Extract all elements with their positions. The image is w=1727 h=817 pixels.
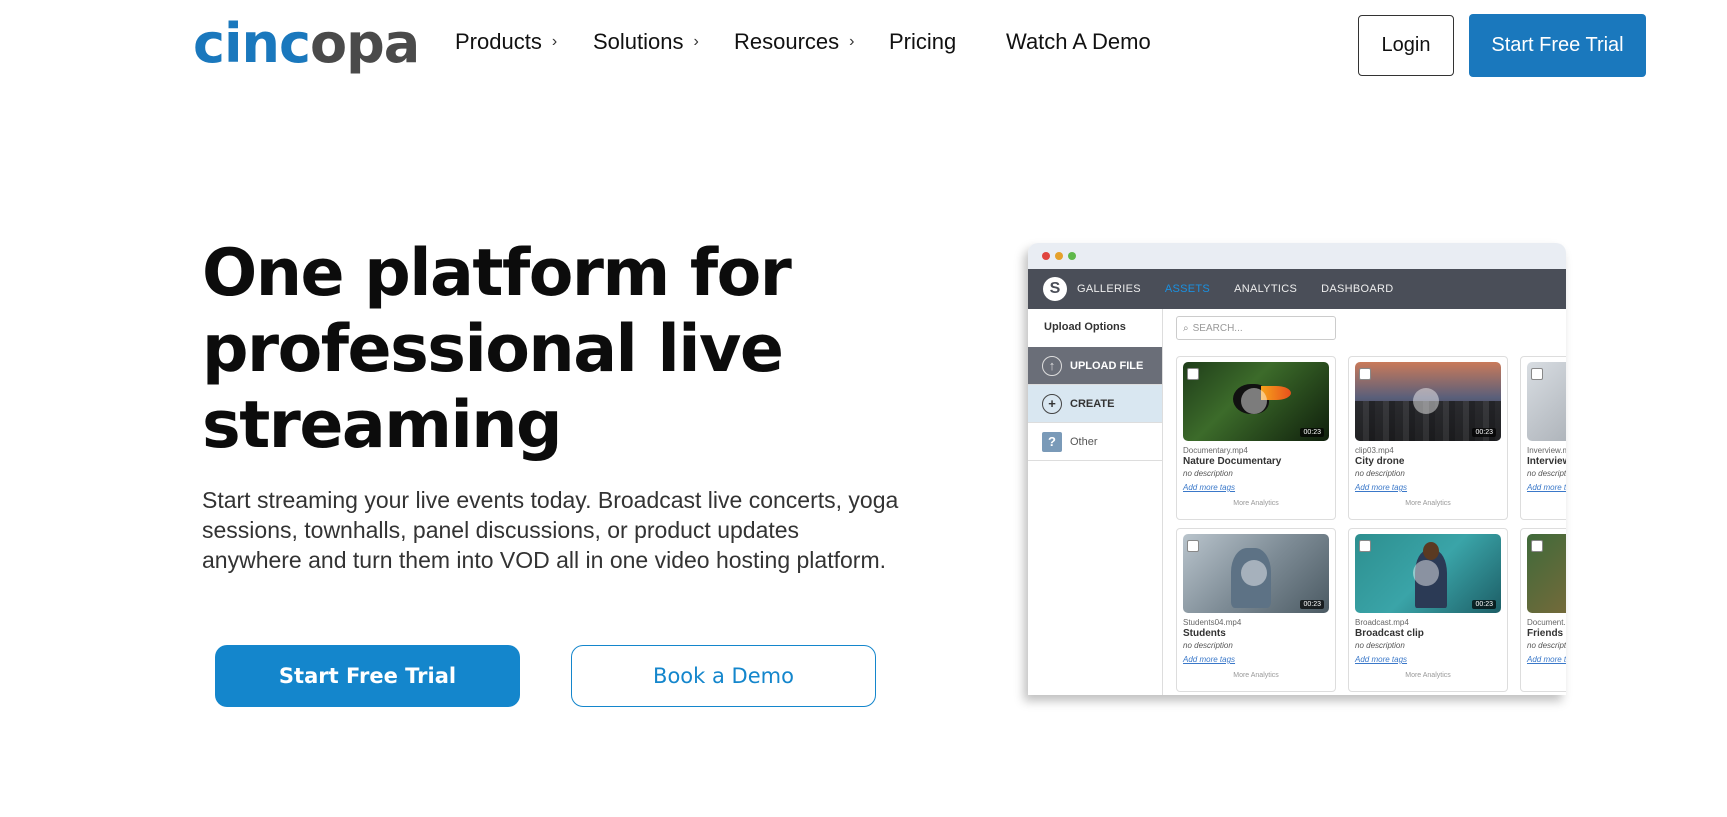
app-nav: S GALLERIES ASSETS ANALYTICS DASHBOARD (1028, 269, 1566, 309)
app-search-input: ⌕ SEARCH... (1176, 316, 1336, 340)
start-free-trial-header-button[interactable]: Start Free Trial (1469, 14, 1646, 77)
minimize-dot-icon (1055, 252, 1063, 260)
app-sidebar: Upload Options ↑ UPLOAD FILE + CREATE ? … (1028, 309, 1163, 695)
maximize-dot-icon (1068, 252, 1076, 260)
login-button[interactable]: Login (1358, 15, 1454, 76)
play-icon (1241, 560, 1267, 586)
thumbnail-city: 00:23 (1355, 362, 1501, 441)
upload-icon: ↑ (1042, 355, 1062, 376)
asset-card: 00:23 Broadcast.mp4 Broadcast clip no de… (1348, 528, 1508, 692)
app-nav-dashboard: DASHBOARD (1321, 283, 1394, 295)
hero-description: Start streaming your live events today. … (202, 487, 899, 573)
asset-card: Document.mp4 Friends no description Add … (1520, 528, 1566, 692)
app-nav-assets: ASSETS (1164, 283, 1211, 295)
sidebar-item-create: + CREATE (1028, 385, 1162, 423)
thumbnail-toucan: 00:23 (1183, 362, 1329, 441)
checkbox (1531, 368, 1543, 380)
start-free-trial-button[interactable]: Start Free Trial (215, 645, 520, 707)
checkbox (1359, 540, 1371, 552)
nav-products[interactable]: Products › (455, 29, 557, 55)
book-demo-button[interactable]: Book a Demo (571, 645, 876, 707)
plus-circle-icon: + (1042, 393, 1062, 414)
thumbnail-interview (1527, 362, 1566, 441)
nav-solutions[interactable]: Solutions › (593, 29, 699, 55)
checkbox (1359, 368, 1371, 380)
app-logo-icon: S (1043, 277, 1067, 301)
app-nav-analytics: ANALYTICS (1234, 283, 1298, 295)
window-chrome (1028, 243, 1566, 269)
app-nav-galleries: GALLERIES (1077, 283, 1141, 295)
product-screenshot: S GALLERIES ASSETS ANALYTICS DASHBOARD U… (1028, 243, 1566, 695)
chevron-right-icon: › (849, 33, 855, 50)
asset-card: 00:23 Documentary.mp4 Nature Documentary… (1176, 356, 1336, 520)
nav-pricing[interactable]: Pricing (889, 29, 956, 55)
nav-watch-demo[interactable]: Watch A Demo (1006, 29, 1151, 55)
checkbox (1187, 540, 1199, 552)
sidebar-title: Upload Options (1044, 321, 1126, 333)
play-icon (1413, 560, 1439, 586)
asset-card: 00:23 clip03.mp4 City drone no descripti… (1348, 356, 1508, 520)
thumbnail-friends (1527, 534, 1566, 613)
top-navigation: cincopa Products › Solutions › Resources › … (0, 0, 1727, 92)
chevron-right-icon: › (693, 33, 699, 50)
thumbnail-broadcast: 00:23 (1355, 534, 1501, 613)
checkbox (1531, 540, 1543, 552)
asset-card: Inverview.mp4 Interview no description A… (1520, 356, 1566, 520)
checkbox (1187, 368, 1199, 380)
asset-card: 00:23 Students04.mp4 Students no descrip… (1176, 528, 1336, 692)
close-dot-icon (1042, 252, 1050, 260)
play-icon (1413, 388, 1439, 414)
sidebar-item-upload: ↑ UPLOAD FILE (1028, 347, 1162, 385)
sidebar-item-other: ? Other (1028, 423, 1162, 461)
cincopa-logo[interactable]: cincopa (193, 12, 420, 76)
thumbnail-students: 00:23 (1183, 534, 1329, 613)
question-icon: ? (1042, 431, 1062, 452)
play-icon (1241, 388, 1267, 414)
hero-title: One platform for professional live strea… (202, 236, 792, 463)
chevron-right-icon: › (551, 33, 558, 50)
nav-resources[interactable]: Resources › (734, 29, 854, 55)
search-icon: ⌕ (1183, 322, 1189, 334)
